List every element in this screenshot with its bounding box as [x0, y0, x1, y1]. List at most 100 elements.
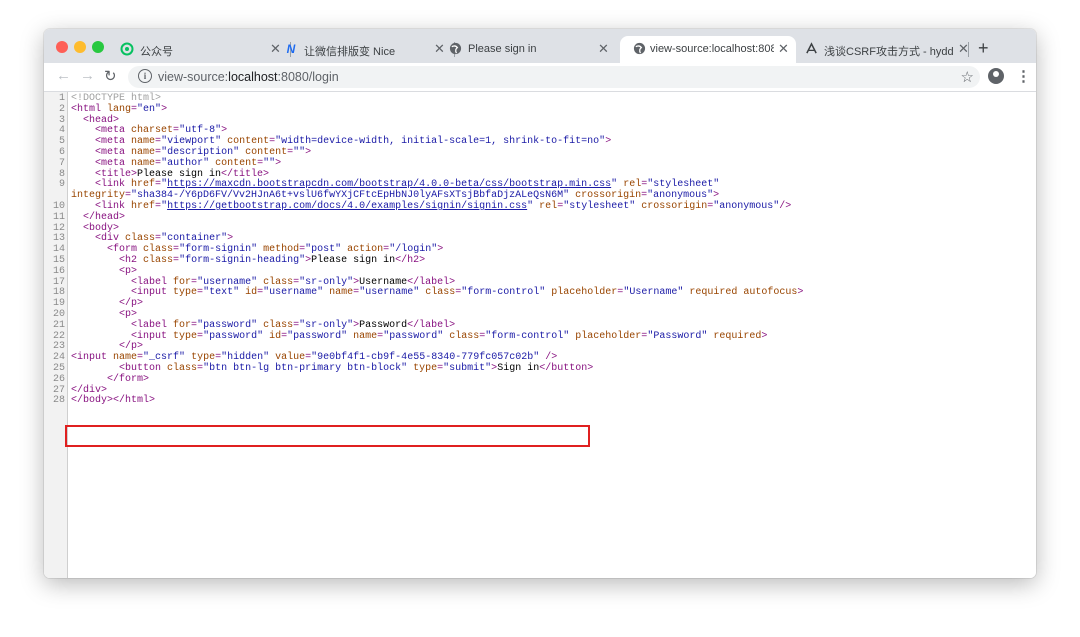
code-token: name: [131, 136, 156, 148]
code-token: "form-control": [485, 330, 570, 342]
mini-program-icon: [120, 42, 134, 56]
code-token: class: [143, 255, 174, 266]
line-number: 2: [58, 103, 65, 115]
minimize-window-button[interactable]: [74, 41, 86, 53]
tab-label: 浅谈CSRF攻击方式 - hyddd: [824, 46, 954, 58]
code-token: </button>: [539, 363, 594, 374]
code-token: "Username": [623, 287, 684, 299]
code-token: <h2: [119, 255, 144, 266]
code-token: "anonymous": [647, 190, 714, 202]
code-token: <html: [71, 103, 108, 115]
code-token: >: [275, 157, 282, 169]
code-token: crossorigin: [575, 190, 642, 202]
code-token: <label: [131, 319, 174, 331]
source-link[interactable]: https://getbootstrap.com/docs/4.0/exampl…: [167, 201, 527, 212]
line-number: 11: [52, 211, 65, 223]
line-number: 28: [52, 395, 65, 407]
code-token: </label>: [407, 276, 456, 288]
tab-nice[interactable]: N 让微信排版变 Nice ✕: [270, 36, 452, 63]
bookmark-star-icon[interactable]: ☆: [961, 68, 974, 86]
code-token: "width=device-width, initial-scale=1, sh…: [275, 136, 606, 148]
line-number: 27: [52, 384, 65, 396]
line-number: 9: [58, 179, 65, 191]
line-number: 20: [52, 309, 65, 320]
code-token: Please sign in: [311, 255, 396, 266]
address-bar[interactable]: i view-source:localhost:8080/login ☆: [128, 66, 980, 88]
code-text: <p>: [71, 265, 138, 277]
source-line: 26 </form>: [44, 373, 1036, 385]
code-token: "username": [359, 287, 420, 299]
code-token: "password": [197, 319, 258, 331]
code-token: name: [131, 157, 156, 169]
code-token: </title>: [221, 168, 270, 180]
page-icon: [804, 42, 818, 56]
tab-official-account[interactable]: 公众号 ✕: [106, 36, 288, 63]
code-token: </form>: [107, 373, 150, 385]
line-number: 19: [52, 298, 65, 310]
code-token: "password": [287, 330, 348, 342]
source-line: 6 <meta name="description" content="">: [44, 148, 1036, 158]
tab-view-source[interactable]: view-source:localhost:8080 ✕: [620, 36, 796, 63]
source-line: 19 </p>: [44, 299, 1036, 309]
source-line: 14 <form class="form-signin" method="pos…: [44, 245, 1036, 255]
code-token: <p>: [119, 265, 138, 277]
source-line: 27 </div>: [44, 384, 1036, 396]
view-source-pane: 1 <!DOCTYPE html> 2 <html lang="en"> 3 <head…: [44, 92, 1036, 578]
new-tab-button[interactable]: +: [978, 38, 989, 59]
code-token: class: [167, 363, 198, 374]
source-line: 9 <link href="https://maxcdn.bootstrapcd…: [44, 180, 1036, 190]
source-link[interactable]: https://maxcdn.bootstrapcdn.com/bootstra…: [167, 179, 611, 190]
browser-toolbar: ← → ↻ i view-source:localhost:8080/login…: [44, 63, 1036, 92]
line-number: 17: [52, 276, 65, 288]
forward-arrow-icon[interactable]: →: [80, 67, 95, 84]
profile-avatar-icon[interactable]: [988, 68, 1004, 84]
tab-csrf-article[interactable]: 浅谈CSRF攻击方式 - hyddd ✕: [800, 36, 976, 63]
code-token: >: [713, 190, 720, 202]
close-tab-icon[interactable]: ✕: [598, 42, 609, 56]
tab-strip: 公众号 ✕ N 让微信排版变 Nice ✕ Please sign in ✕ v…: [44, 29, 1036, 63]
code-token: "stylesheet": [563, 201, 636, 212]
code-text: <input type="password" id="password" nam…: [71, 330, 767, 342]
code-token: id: [269, 330, 282, 342]
code-token: "post": [305, 244, 342, 256]
code-token: >: [605, 136, 612, 148]
code-token: content: [245, 147, 288, 158]
code-token: <form: [107, 244, 144, 256]
code-token: class: [125, 233, 156, 245]
code-token: "username": [197, 276, 258, 288]
source-line: 15 <h2 class="form-signin-heading">Pleas…: [44, 256, 1036, 266]
more-menu-icon[interactable]: ⋮: [1016, 67, 1031, 85]
code-token: rel: [623, 179, 642, 191]
code-token: "description": [161, 147, 240, 158]
globe-icon: [448, 42, 462, 56]
close-tab-icon[interactable]: ✕: [778, 42, 789, 56]
line-number: 12: [52, 222, 65, 234]
code-token: "form-control": [461, 287, 546, 299]
tab-please-sign-in[interactable]: Please sign in ✕: [434, 36, 616, 63]
code-token: "sha384-/Y6pD6FV/Vv2HJnA6t+vslU6fwYXjCFt…: [131, 190, 570, 202]
url-text[interactable]: view-source:localhost:8080/login: [158, 70, 339, 84]
code-token: "sr-only": [299, 319, 354, 331]
reload-icon[interactable]: ↻: [104, 67, 117, 85]
code-token: "form-signin-heading": [179, 255, 306, 266]
code-token: type: [173, 287, 198, 299]
code-token: charset: [131, 125, 174, 137]
back-arrow-icon[interactable]: ←: [56, 67, 71, 84]
code-token: <body>: [83, 222, 120, 234]
nice-logo-icon: N: [286, 42, 296, 56]
code-token: Username: [359, 276, 408, 288]
code-token: "stylesheet": [647, 179, 720, 191]
code-token: <button: [119, 363, 168, 374]
zoom-window-button[interactable]: [92, 41, 104, 53]
close-window-button[interactable]: [56, 41, 68, 53]
code-token: </p>: [119, 298, 144, 310]
info-icon[interactable]: i: [138, 69, 152, 83]
